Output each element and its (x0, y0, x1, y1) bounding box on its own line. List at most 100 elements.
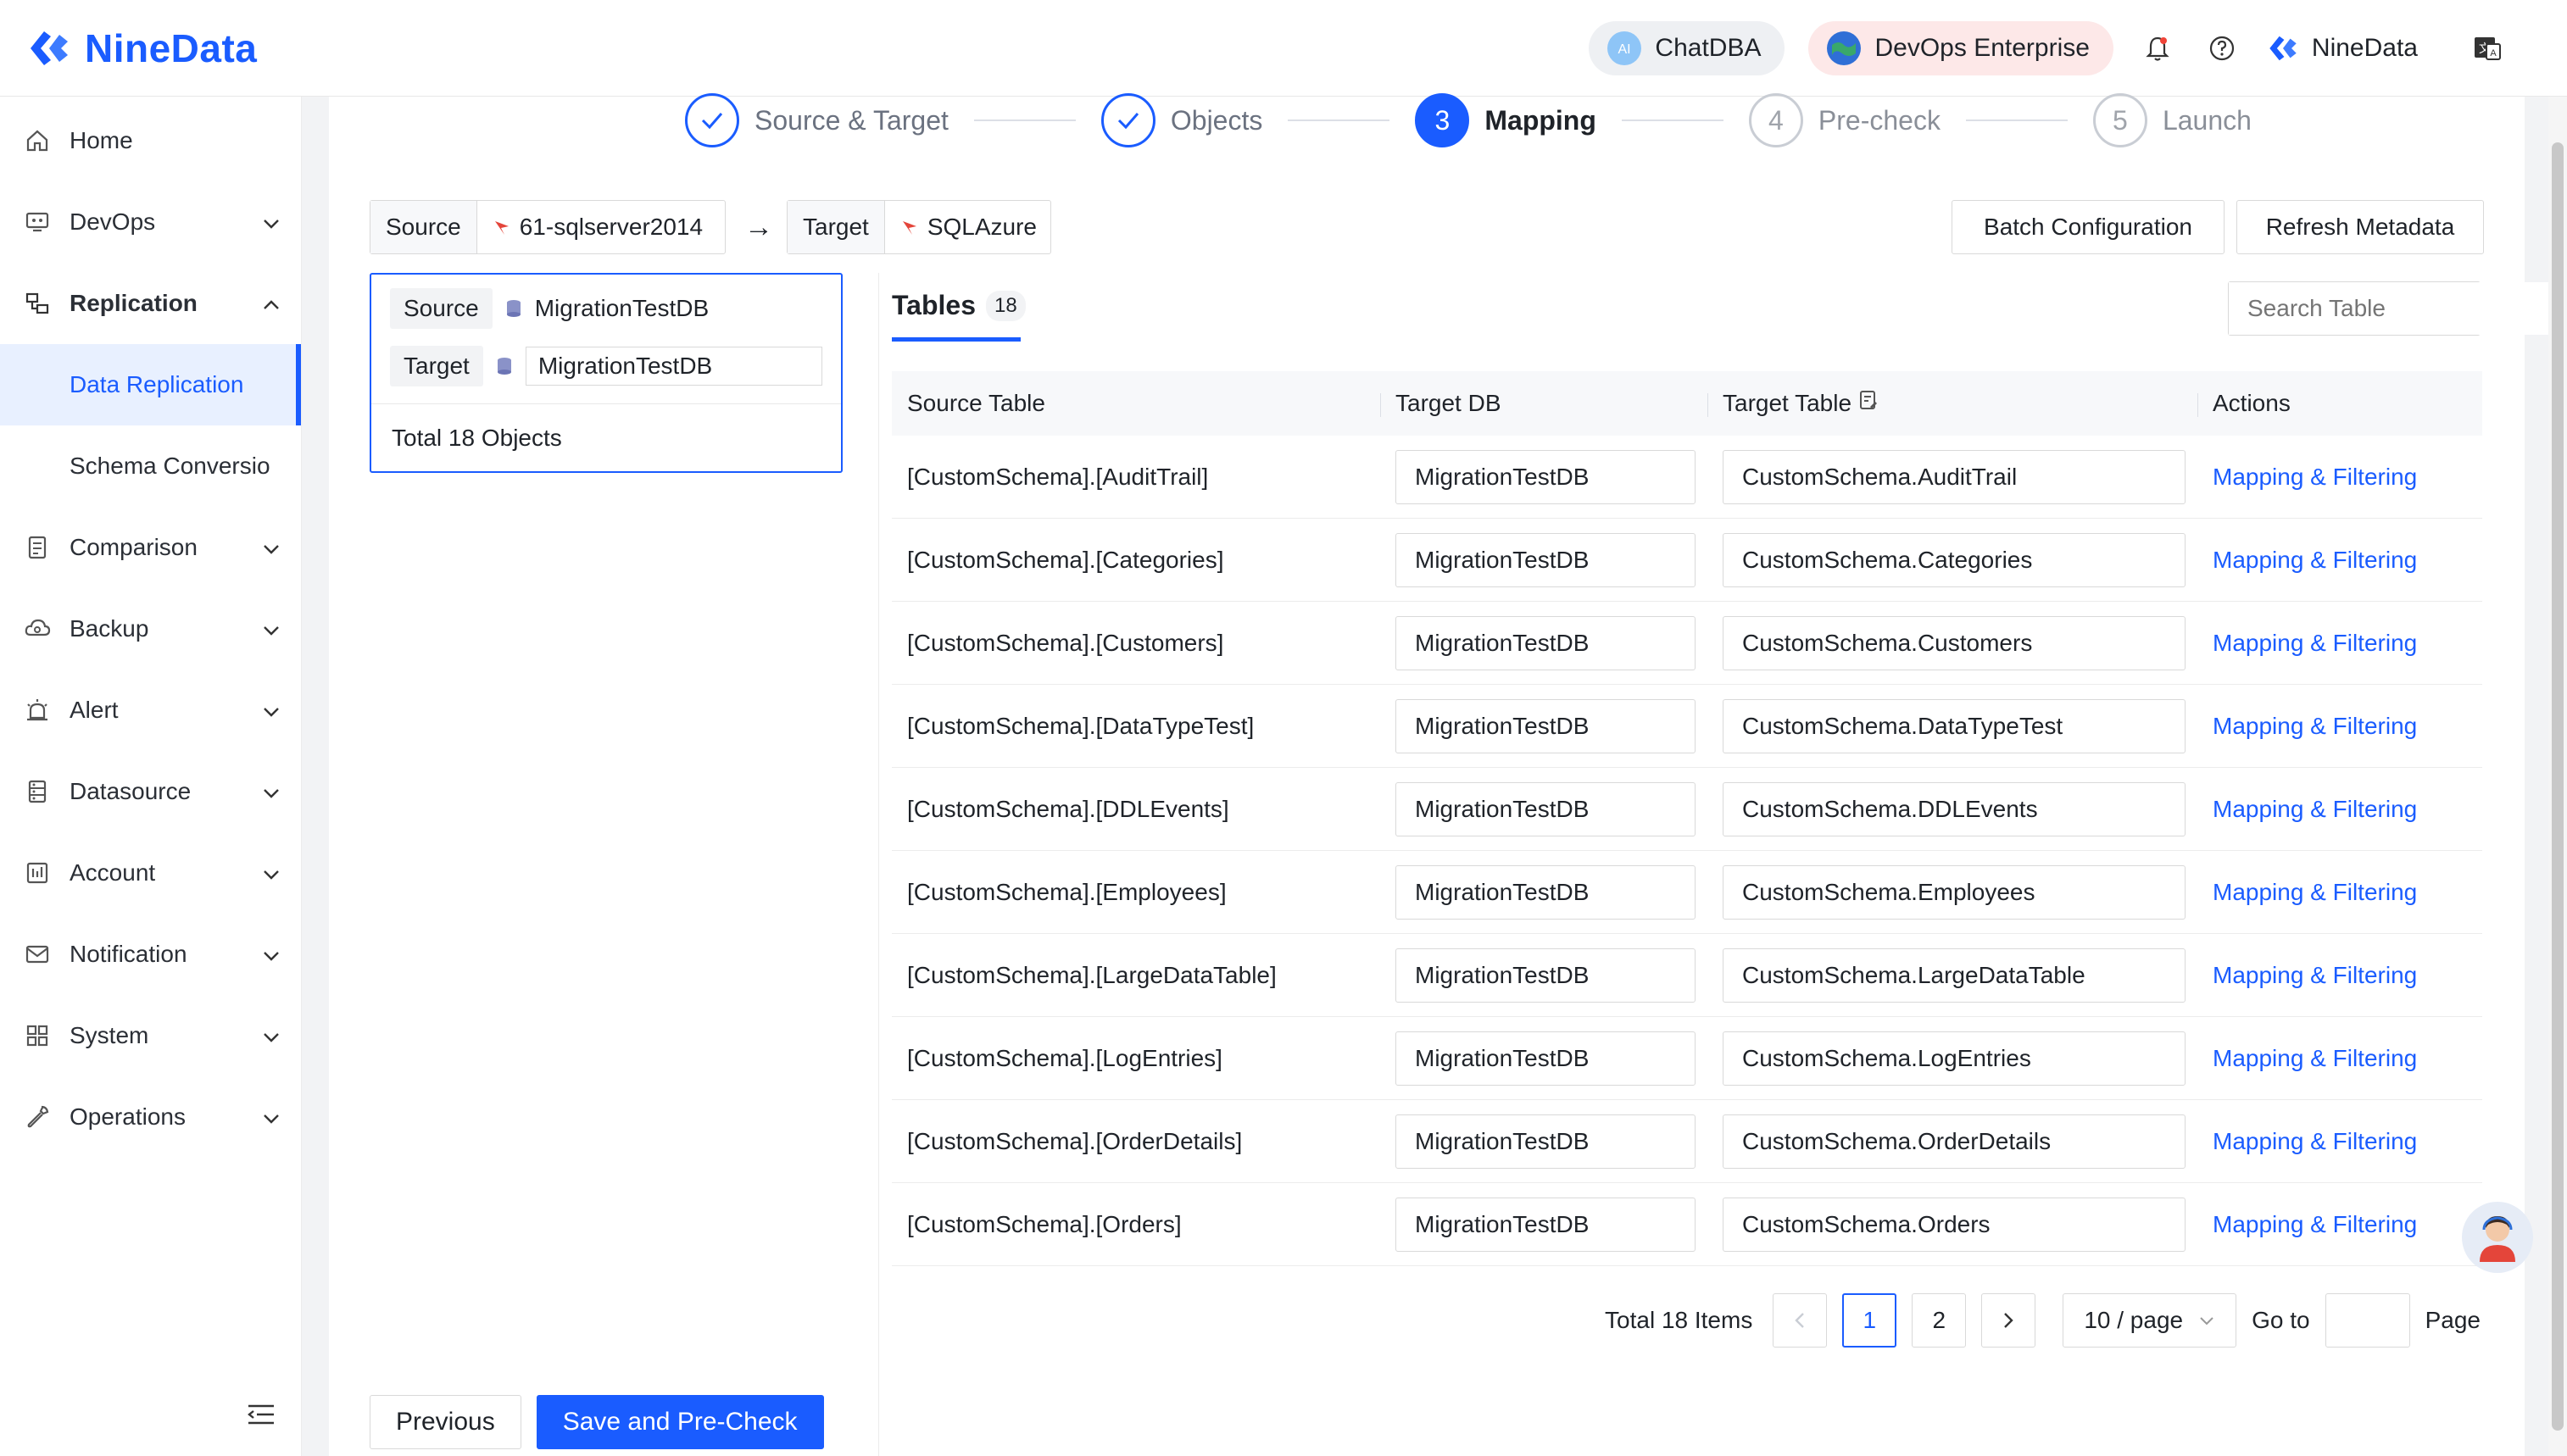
scrollbar[interactable] (2548, 97, 2567, 1456)
next-page-button[interactable] (1981, 1293, 2036, 1348)
target-table-cell: CustomSchema.Customers (1707, 615, 2197, 670)
target-db-cell: MigrationTestDB (1380, 1114, 1707, 1169)
target-db-input[interactable]: MigrationTestDB (1395, 1031, 1696, 1086)
target-table-input[interactable]: CustomSchema.Employees (1723, 864, 2186, 920)
target-table-input[interactable]: CustomSchema.LogEntries (1723, 1031, 2186, 1086)
sidebar-item-operations[interactable]: Operations (0, 1076, 301, 1158)
step-connector (1288, 119, 1390, 121)
target-table-input[interactable]: CustomSchema.LargeDataTable (1723, 948, 2186, 1003)
target-db-input[interactable]: MigrationTestDB (1395, 948, 1696, 1003)
target-db-input[interactable]: MigrationTestDB (1395, 449, 1696, 504)
refresh-metadata-button[interactable]: Refresh Metadata (2236, 200, 2484, 254)
target-db-input[interactable]: MigrationTestDB (525, 347, 822, 386)
sidebar-item-data-replication[interactable]: Data Replication (0, 344, 301, 425)
step-mapping[interactable]: 3 Mapping (1415, 93, 1596, 147)
target-table-input[interactable]: CustomSchema.DataTypeTest (1723, 698, 2186, 753)
target-db-input[interactable]: MigrationTestDB (1395, 781, 1696, 836)
brand-logo[interactable]: NineData (25, 25, 257, 72)
mapping-filtering-link[interactable]: Mapping & Filtering (2213, 630, 2417, 656)
bell-icon[interactable] (2137, 28, 2178, 69)
target-db-input[interactable]: MigrationTestDB (1395, 1114, 1696, 1169)
chatdba-label: ChatDBA (1655, 33, 1762, 62)
table-row: [CustomSchema].[OrderDetails] MigrationTe… (892, 1100, 2482, 1183)
pagination-total: Total 18 Items (1605, 1307, 1753, 1333)
tab-count-badge: 18 (986, 290, 1026, 321)
collapse-sidebar-icon[interactable] (247, 1403, 276, 1431)
sidebar-item-backup[interactable]: Backup (0, 588, 301, 670)
target-db-cell: MigrationTestDB (1380, 698, 1707, 753)
tab-tables[interactable]: Tables 18 (892, 290, 1026, 321)
mapping-filtering-link[interactable]: Mapping & Filtering (2213, 464, 2417, 490)
language-icon[interactable]: 文 A (2467, 28, 2508, 69)
step-pre-check[interactable]: 4 Pre-check (1748, 93, 1941, 147)
actions-cell: Mapping & Filtering (2197, 1045, 2482, 1072)
save-and-precheck-button[interactable]: Save and Pre-Check (536, 1395, 824, 1449)
mapping-filtering-link[interactable]: Mapping & Filtering (2213, 962, 2417, 988)
sidebar-item-account[interactable]: Account (0, 832, 301, 914)
actions-cell: Mapping & Filtering (2197, 796, 2482, 823)
scrollbar-thumb[interactable] (2552, 142, 2564, 1431)
col-source-table: Source Table (907, 390, 1045, 416)
sidebar-item-label: Replication (70, 290, 198, 316)
target-table-input[interactable]: CustomSchema.Orders (1723, 1197, 2186, 1252)
step-source-target[interactable]: Source & Target (685, 93, 949, 147)
source-table-cell: [CustomSchema].[LogEntries] (907, 1044, 1222, 1071)
system-icon (22, 1020, 53, 1051)
target-db-input[interactable]: MigrationTestDB (1395, 1197, 1696, 1252)
target-db-input[interactable]: MigrationTestDB (1395, 615, 1696, 670)
target-db-input[interactable]: MigrationTestDB (1395, 698, 1696, 753)
target-table-input[interactable]: CustomSchema.OrderDetails (1723, 1114, 2186, 1169)
page-size-select[interactable]: 10 / page (2063, 1293, 2237, 1348)
user-menu[interactable]: NineData (2266, 31, 2418, 65)
mapping-filtering-link[interactable]: Mapping & Filtering (2213, 1045, 2417, 1071)
page-2-button[interactable]: 2 (1912, 1293, 1967, 1348)
mapping-filtering-link[interactable]: Mapping & Filtering (2213, 713, 2417, 739)
target-table-input[interactable]: CustomSchema.AuditTrail (1723, 449, 2186, 504)
table-row: [CustomSchema].[LargeDataTable] Migration… (892, 934, 2482, 1017)
mapping-filtering-link[interactable]: Mapping & Filtering (2213, 1211, 2417, 1237)
help-icon[interactable] (2202, 28, 2242, 69)
sidebar-item-devops[interactable]: DevOps (0, 181, 301, 263)
step-objects[interactable]: Objects (1100, 93, 1263, 147)
previous-button[interactable]: Previous (370, 1395, 521, 1449)
sidebar-item-alert[interactable]: Alert (0, 670, 301, 751)
sidebar-item-system[interactable]: System (0, 995, 301, 1076)
objects-panel[interactable]: Source MigrationTestDB Target MigrationT… (370, 273, 843, 473)
sidebar-item-notification[interactable]: Notification (0, 914, 301, 995)
target-table-input[interactable]: CustomSchema.Customers (1723, 615, 2186, 670)
target-table-cell: CustomSchema.OrderDetails (1707, 1114, 2197, 1169)
sidebar-item-replication[interactable]: Replication (0, 263, 301, 344)
search-input[interactable] (2229, 282, 2553, 335)
prev-page-button[interactable] (1773, 1293, 1828, 1348)
actions-cell: Mapping & Filtering (2197, 879, 2482, 906)
support-avatar-icon[interactable] (2462, 1202, 2533, 1273)
step-connector (1621, 119, 1723, 121)
edit-doc-icon[interactable] (1858, 390, 1879, 418)
sidebar-item-comparison[interactable]: Comparison (0, 507, 301, 588)
goto-page-input[interactable] (2325, 1293, 2410, 1348)
target-table-cell: CustomSchema.DataTypeTest (1707, 698, 2197, 753)
step-label: Objects (1170, 104, 1263, 136)
mapping-filtering-link[interactable]: Mapping & Filtering (2213, 547, 2417, 573)
sidebar-item-home[interactable]: Home (0, 100, 301, 181)
sidebar-item-schema-conversion[interactable]: Schema Conversio (0, 425, 301, 507)
target-db-input[interactable]: MigrationTestDB (1395, 864, 1696, 920)
page-1-button[interactable]: 1 (1842, 1293, 1897, 1348)
sidebar-item-datasource[interactable]: Datasource (0, 751, 301, 832)
chevron-down-icon (262, 1022, 281, 1049)
objects-target-row: Target MigrationTestDB (371, 337, 841, 395)
target-db-input[interactable]: MigrationTestDB (1395, 532, 1696, 587)
devops-label: DevOps Enterprise (1874, 33, 2090, 62)
target-table-cell: CustomSchema.Categories (1707, 532, 2197, 587)
batch-configuration-button[interactable]: Batch Configuration (1952, 200, 2225, 254)
mapping-filtering-link[interactable]: Mapping & Filtering (2213, 1128, 2417, 1154)
mapping-filtering-link[interactable]: Mapping & Filtering (2213, 796, 2417, 822)
chatdba-button[interactable]: AI ChatDBA (1589, 20, 1785, 75)
target-table-input[interactable]: CustomSchema.DDLEvents (1723, 781, 2186, 836)
devops-enterprise-button[interactable]: DevOps Enterprise (1808, 20, 2113, 75)
target-db-cell: MigrationTestDB (1380, 532, 1707, 587)
step-launch[interactable]: 5 Launch (2092, 93, 2252, 147)
target-table-input[interactable]: CustomSchema.Categories (1723, 532, 2186, 587)
objects-total: Total 18 Objects (371, 403, 841, 471)
mapping-filtering-link[interactable]: Mapping & Filtering (2213, 879, 2417, 905)
